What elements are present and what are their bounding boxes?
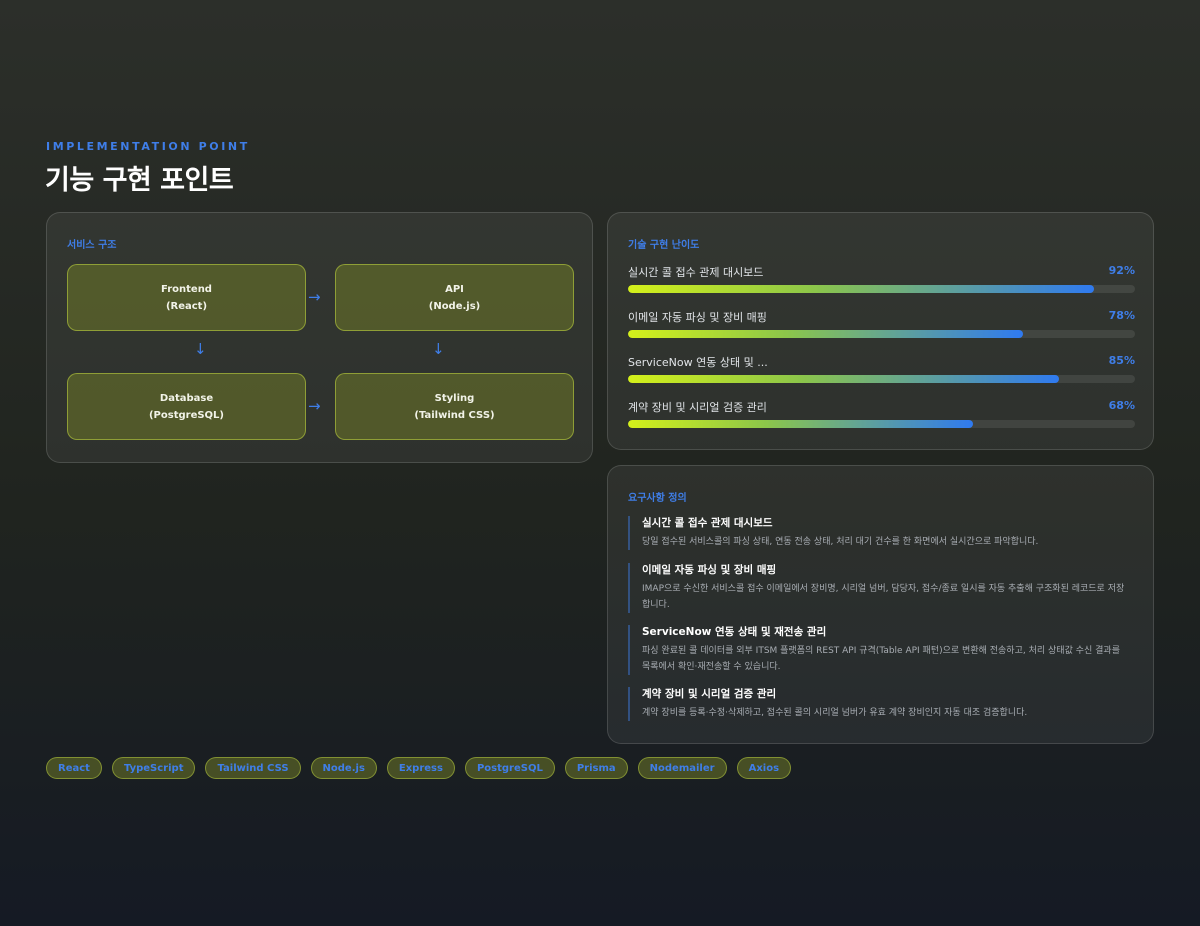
skill-percent: 78%: [1108, 309, 1135, 322]
difficulty-label: 기술 구현 난이도: [628, 240, 700, 251]
tag-axios: Axios: [736, 757, 792, 779]
skill-percent: 92%: [1108, 264, 1135, 277]
requirements-card: 요구사항 정의 실시간 콜 접수 관제 대시보드 당일 접수된 서비스콜의 파싱…: [607, 465, 1154, 744]
skill-name: 이메일 자동 파싱 및 장비 매핑: [628, 311, 767, 324]
skill-progress-track: [628, 375, 1135, 383]
node-database-name: Database: [159, 392, 214, 404]
tag-prisma: Prisma: [564, 757, 628, 779]
architecture-label: 서비스 구조: [67, 240, 117, 251]
arrow-right-icon: →: [308, 397, 321, 415]
arrow-right-icon: →: [308, 288, 321, 306]
tag-react: React: [46, 757, 102, 779]
node-api: API (Node.js): [335, 264, 574, 331]
tag-express: Express: [386, 757, 455, 779]
skill-progress-track: [628, 420, 1135, 428]
skill-progress-fill: [628, 285, 1095, 293]
skill-percent: 85%: [1108, 354, 1135, 367]
arrow-down-icon: ↓: [194, 340, 207, 358]
tag-typescript: TypeScript: [111, 757, 196, 779]
tag-tailwind: Tailwind CSS: [205, 757, 301, 779]
node-frontend: Frontend (React): [67, 264, 306, 331]
node-styling-name: Styling: [434, 392, 475, 404]
skill-name: 실시간 콜 접수 관제 대시보드: [628, 266, 764, 279]
skill-progress-fill: [628, 330, 1024, 338]
node-api-sub: (Node.js): [428, 300, 481, 312]
requirements-label: 요구사항 정의: [628, 493, 687, 504]
requirement-title: 실시간 콜 접수 관제 대시보드: [642, 517, 773, 529]
requirement-item: ServiceNow 연동 상태 및 재전송 관리 파싱 완료된 콜 데이터를 …: [628, 625, 1128, 675]
tech-stack-tags: React TypeScript Tailwind CSS Node.js Ex…: [46, 757, 792, 779]
node-database-sub: (PostgreSQL): [148, 409, 225, 421]
requirement-item: 이메일 자동 파싱 및 장비 매핑 IMAP으로 수신한 서비스콜 접수 이메일…: [628, 563, 1128, 613]
node-styling: Styling (Tailwind CSS): [335, 373, 574, 440]
requirement-item: 계약 장비 및 시리얼 검증 관리 계약 장비를 등록·수정·삭제하고, 접수된…: [628, 687, 1128, 721]
requirement-desc: IMAP으로 수신한 서비스콜 접수 이메일에서 장비명, 시리얼 넘버, 담당…: [642, 584, 1125, 610]
requirement-title: ServiceNow 연동 상태 및 재전송 관리: [642, 626, 827, 638]
arrow-down-icon: ↓: [432, 340, 445, 358]
skill-name: ServiceNow 연동 상태 및 ...: [628, 356, 768, 369]
skill-progress-track: [628, 330, 1135, 338]
requirement-desc: 계약 장비를 등록·수정·삭제하고, 접수된 콜의 시리얼 넘버가 유효 계약 …: [642, 708, 1028, 718]
skill-row: 실시간 콜 접수 관제 대시보드 92%: [628, 264, 1135, 304]
node-styling-sub: (Tailwind CSS): [414, 409, 495, 421]
section-eyebrow: IMPLEMENTATION POINT: [46, 140, 250, 153]
skill-name: 계약 장비 및 시리얼 검증 관리: [628, 401, 767, 414]
requirement-desc: 당일 접수된 서비스콜의 파싱 상태, 연동 전송 상태, 처리 대기 건수를 …: [642, 537, 1039, 547]
page-title: 기능 구현 포인트: [45, 165, 234, 196]
skill-progress-track: [628, 285, 1135, 293]
node-api-name: API: [445, 283, 464, 295]
skill-row: 이메일 자동 파싱 및 장비 매핑 78%: [628, 309, 1135, 349]
architecture-card: 서비스 구조 Frontend (React) API (Node.js) Da…: [46, 212, 593, 463]
skill-progress-fill: [628, 375, 1059, 383]
node-frontend-name: Frontend: [161, 283, 212, 295]
difficulty-card: 기술 구현 난이도 실시간 콜 접수 관제 대시보드 92% 이메일 자동 파싱…: [607, 212, 1154, 450]
skill-percent: 68%: [1108, 399, 1135, 412]
tag-nodemailer: Nodemailer: [637, 757, 727, 779]
node-frontend-sub: (React): [165, 300, 208, 312]
tag-nodejs: Node.js: [310, 757, 377, 779]
skill-row: ServiceNow 연동 상태 및 ... 85%: [628, 354, 1135, 394]
node-database: Database (PostgreSQL): [67, 373, 306, 440]
requirement-title: 계약 장비 및 시리얼 검증 관리: [642, 688, 777, 700]
tag-postgresql: PostgreSQL: [464, 757, 555, 779]
skill-progress-fill: [628, 420, 973, 428]
requirement-title: 이메일 자동 파싱 및 장비 매핑: [642, 564, 777, 576]
skill-row: 계약 장비 및 시리얼 검증 관리 68%: [628, 399, 1135, 439]
requirement-desc: 파싱 완료된 콜 데이터를 외부 ITSM 플랫폼의 REST API 규격(T…: [642, 646, 1120, 672]
requirement-item: 실시간 콜 접수 관제 대시보드 당일 접수된 서비스콜의 파싱 상태, 연동 …: [628, 516, 1128, 550]
